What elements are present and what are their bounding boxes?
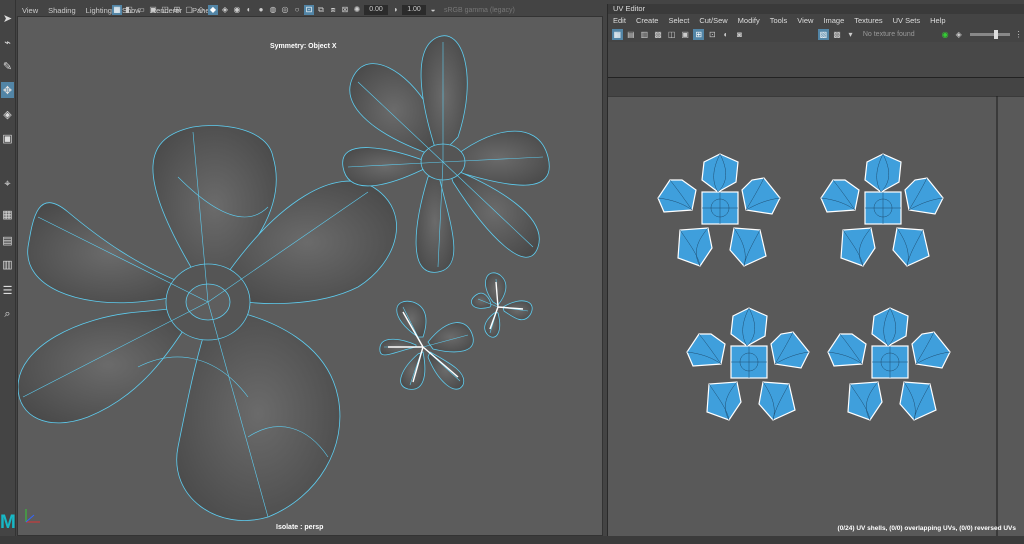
xray-components-icon[interactable]: ⊠ (340, 5, 350, 15)
xray-joints-icon[interactable]: ⧈ (328, 5, 338, 15)
uv-more-icon[interactable]: ⋮ (1013, 29, 1024, 40)
uv-grid-icon[interactable]: ▦ (612, 28, 623, 40)
move-icon[interactable]: ✥ (1, 82, 14, 98)
uv-menu-textures[interactable]: Textures (849, 16, 887, 25)
camera-icon[interactable]: ◧ (124, 5, 134, 15)
uv-menu-uv-sets[interactable]: UV Sets (888, 16, 926, 25)
uv-menu-image[interactable]: Image (818, 16, 849, 25)
uv-brightness-slider-handle[interactable] (994, 29, 998, 39)
uv-layout-icon[interactable]: ▤ (626, 29, 637, 40)
xray-icon[interactable]: ⧉ (316, 5, 326, 15)
uv-checker-map-icon[interactable]: ▩ (832, 29, 843, 40)
field-chart-icon[interactable]: ⊞ (172, 5, 182, 15)
resolution-gate-icon[interactable]: ▣ (148, 5, 158, 15)
uv-filter-icon[interactable]: ◈ (953, 29, 964, 40)
symmetry-hud: Symmetry: Object X (270, 43, 337, 50)
uv-dim-icon[interactable]: ◐ (721, 29, 732, 40)
wireframe-icon[interactable]: ◇ (196, 5, 206, 15)
uv-menu-view[interactable]: View (792, 16, 818, 25)
color-space-label[interactable]: sRGB gamma (legacy) (444, 7, 515, 14)
lights-icon[interactable]: ◐ (244, 5, 254, 15)
gamma-field[interactable]: 1.00 (402, 5, 426, 15)
gate-mask-icon[interactable]: ◫ (160, 5, 170, 15)
viewport-toolbar: ▦ ◧ ▭ ▣ ◫ ⊞ ▢ ◇ ◆ ◈ ◉ ◐ ● ◍ ◎ ○ ⊡ ⧉ ⧈ ⊠ … (112, 4, 515, 16)
toolbox: ➤ ⌁ ✎ ✥ ◈ ▣ ⌖ ▦ ▤ ▥ ☰ ⌕ M (0, 0, 16, 544)
shadows-icon[interactable]: ● (256, 5, 266, 15)
uv-brightness-slider[interactable] (970, 29, 1011, 39)
uv-distortion-icon[interactable]: ◫ (666, 29, 677, 40)
uv-editor-panel: UV Editor Edit Create Select Cut/Sew Mod… (607, 4, 1024, 536)
perspective-viewport[interactable]: View Shading Lighting Show Renderer Pane… (17, 4, 603, 536)
uv-menu-select[interactable]: Select (663, 16, 694, 25)
uv-shaded-icon[interactable]: ▣ (680, 29, 691, 40)
uv-status-readout: (0/24) UV shells, (0/0) overlapping UVs,… (837, 525, 1016, 532)
viewport-menu-shading[interactable]: Shading (43, 6, 81, 15)
gamma-icon[interactable]: ◑ (390, 5, 400, 15)
uv-menu-modify[interactable]: Modify (733, 16, 765, 25)
uv-color-swatch-icon[interactable]: ◉ (940, 29, 951, 40)
wireframe-on-shaded-icon[interactable]: ◈ (220, 5, 230, 15)
uv-shells (608, 96, 1024, 536)
antialias-icon[interactable]: ◎ (280, 5, 290, 15)
scale-icon[interactable]: ▣ (1, 130, 14, 146)
bottom-status-bar (0, 536, 1024, 544)
textured-icon[interactable]: ◉ (232, 5, 242, 15)
viewport-canvas[interactable]: Symmetry: Object X Isolate : persp (17, 16, 603, 536)
uv-canvas[interactable]: (0/24) UV shells, (0/0) overlapping UVs,… (608, 96, 1024, 536)
viewport-menu-view[interactable]: View (17, 6, 43, 15)
uv-checker-icon[interactable]: ▩ (653, 29, 664, 40)
uv-menu-edit[interactable]: Edit (608, 16, 631, 25)
uv-menu-help[interactable]: Help (925, 16, 950, 25)
smooth-shade-icon[interactable]: ◆ (208, 5, 218, 15)
rotate-icon[interactable]: ◈ (1, 106, 14, 122)
color-management-icon[interactable]: ◒ (428, 5, 438, 15)
uv-border-icon[interactable]: ⊞ (693, 28, 705, 40)
lasso-icon[interactable]: ⌁ (1, 34, 14, 50)
flower-model-wireframe (18, 35, 550, 523)
safe-action-icon[interactable]: ▢ (184, 5, 194, 15)
uv-menu-create[interactable]: Create (631, 16, 664, 25)
uv-pixel-snap-icon[interactable]: ⊡ (707, 29, 718, 40)
snap-icon[interactable]: ⌖ (1, 176, 14, 192)
uv-image-display-icon[interactable]: ▧ (818, 28, 829, 40)
uv-snapshot-icon[interactable]: ◙ (734, 29, 745, 40)
uv-editor-toolbar: ▦ ▤ ▥ ▩ ◫ ▣ ⊞ ⊡ ◐ ◙ ▧ ▩ ▾ No texture fou… (608, 26, 1024, 42)
layout-two-icon[interactable]: ▥ (1, 256, 14, 272)
maya-logo-icon: M (0, 512, 16, 533)
list-icon[interactable]: ☰ (1, 282, 14, 298)
outliner-icon[interactable]: ▦ (1, 206, 14, 222)
isolate-hud: Isolate : persp (276, 524, 324, 531)
ambient-occlusion-icon[interactable]: ◍ (268, 5, 278, 15)
isolate-select-icon[interactable]: ⊡ (304, 5, 314, 15)
uv-header-strip (608, 42, 1024, 78)
paint-select-icon[interactable]: ✎ (1, 58, 14, 74)
uv-menu-tools[interactable]: Tools (765, 16, 793, 25)
texture-dropdown-chevron-icon[interactable]: ▾ (845, 29, 856, 40)
uv-editor-menubar: Edit Create Select Cut/Sew Modify Tools … (608, 14, 1024, 26)
layout-icon[interactable]: ▤ (1, 232, 14, 248)
exposure-field[interactable]: 0.00 (364, 5, 388, 15)
depth-of-field-icon[interactable]: ○ (292, 5, 302, 15)
texture-dropdown[interactable]: No texture found (863, 31, 915, 38)
uv-menu-cut-sew[interactable]: Cut/Sew (694, 16, 732, 25)
exposure-icon[interactable]: ✺ (352, 5, 362, 15)
uv-stack-icon[interactable]: ▥ (639, 29, 650, 40)
search-icon[interactable]: ⌕ (1, 306, 14, 322)
select-arrow-icon[interactable]: ➤ (1, 10, 14, 26)
film-gate-icon[interactable]: ▭ (136, 5, 146, 15)
grid-icon[interactable]: ▦ (112, 5, 122, 15)
uv-editor-title: UV Editor (608, 4, 1024, 14)
